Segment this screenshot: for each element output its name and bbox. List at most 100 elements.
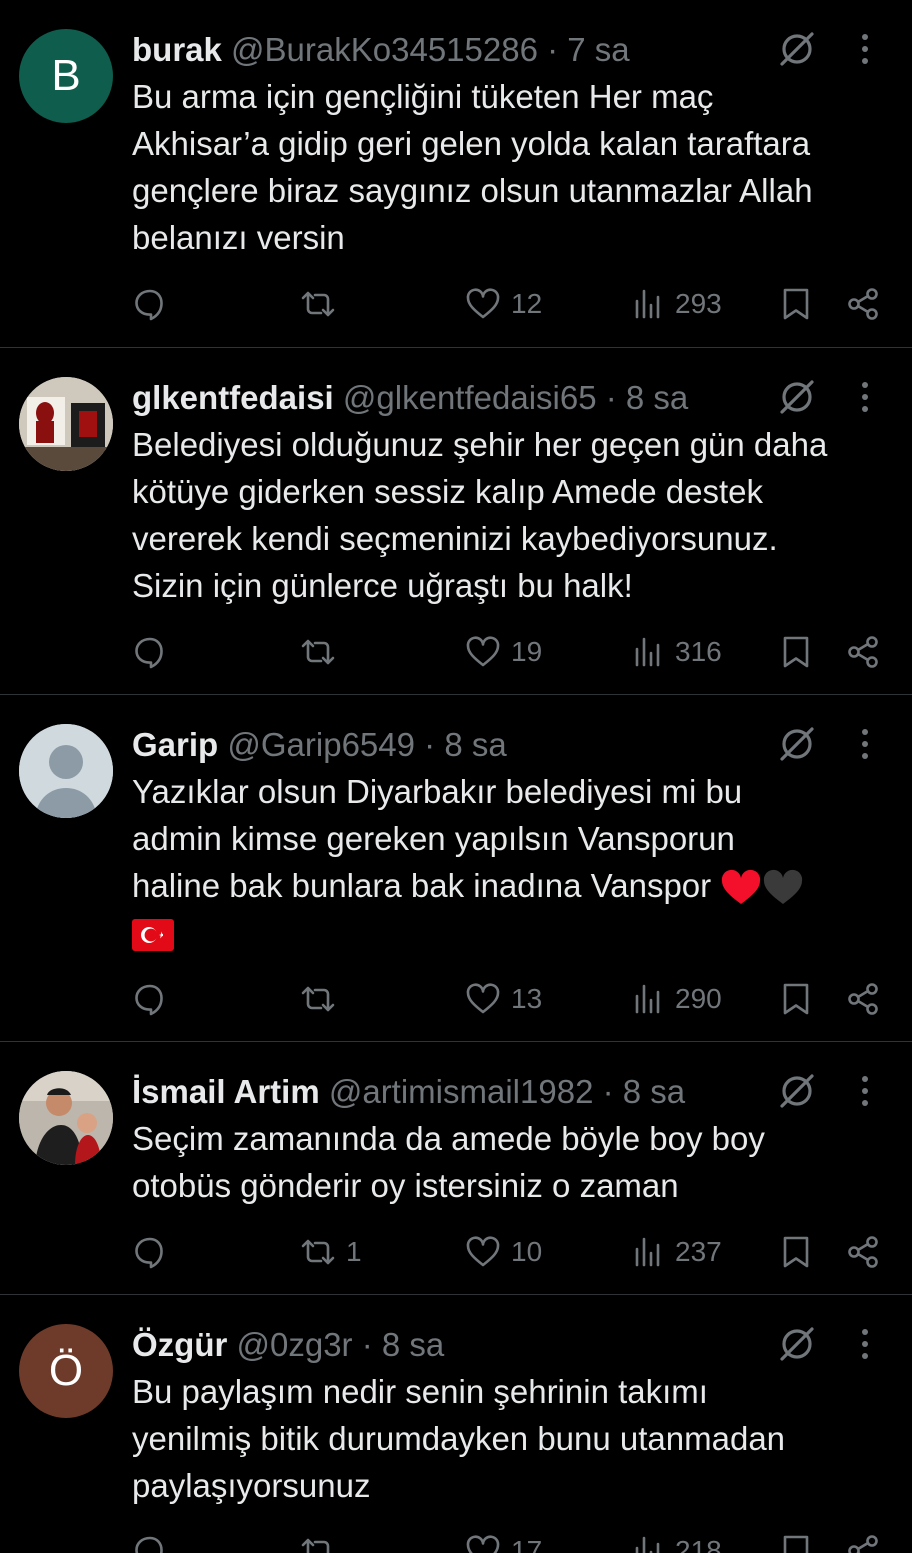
grok-icon[interactable] — [778, 1325, 816, 1363]
timestamp[interactable]: 8 sa — [626, 379, 688, 416]
bookmark-button[interactable] — [781, 1529, 811, 1553]
handle[interactable]: @glkentfedaisi65 — [343, 379, 597, 416]
reply-item[interactable]: B burak @BurakKo34515286 · 7 sa Bu arma … — [0, 0, 912, 348]
repost-button[interactable] — [300, 282, 346, 326]
bookmark-button[interactable] — [781, 282, 811, 326]
text-line: Bu paylaşım nedir senin şehrinin takımı — [132, 1373, 708, 1410]
bookmark-button[interactable] — [781, 1230, 811, 1274]
avatar[interactable] — [19, 377, 113, 471]
like-count: 13 — [511, 983, 543, 1014]
speech-bubble-icon — [135, 637, 163, 669]
bookmark-button[interactable] — [781, 630, 811, 674]
share-button[interactable] — [846, 282, 880, 326]
views-button[interactable]: 218 — [633, 1529, 722, 1553]
action-bar: 12 293 — [0, 282, 912, 326]
share-icon — [848, 288, 878, 320]
reply-item[interactable]: glkentfedaisi @glkentfedaisi65 · 8 sa Be… — [0, 348, 912, 695]
bookmark-icon — [783, 288, 809, 320]
text-line: Yazıklar olsun Diyarbakır belediyesi mi … — [132, 773, 743, 810]
handle[interactable]: @BurakKo34515286 — [231, 31, 538, 68]
repost-arrows-icon — [301, 986, 335, 1012]
reply-button[interactable] — [133, 630, 167, 674]
reply-text: Seçim zamanında da amede böyle boy boy o… — [132, 1115, 882, 1209]
like-button[interactable]: 19 — [465, 630, 542, 674]
reply-text: Belediyesi olduğunuz şehir her geçen gün… — [132, 421, 882, 609]
heart-icon — [466, 983, 500, 1014]
views-button[interactable]: 237 — [633, 1230, 722, 1274]
text-line: Belediyesi olduğunuz şehir her geçen gün… — [132, 426, 828, 463]
reply-item[interactable]: Ö Özgür @0zg3r · 8 sa Bu paylaşım nedir … — [0, 1295, 912, 1553]
handle[interactable]: @artimismail1982 — [329, 1073, 594, 1110]
more-vertical-icon[interactable] — [852, 30, 878, 68]
timestamp[interactable]: 8 sa — [444, 726, 506, 763]
like-button[interactable]: 13 — [465, 977, 542, 1021]
like-button[interactable]: 12 — [465, 282, 542, 326]
heart-icon — [466, 1236, 500, 1267]
avatar[interactable] — [19, 1071, 113, 1165]
repost-button[interactable] — [300, 1529, 346, 1553]
like-button[interactable]: 17 — [465, 1529, 542, 1553]
reply-button[interactable] — [133, 282, 167, 326]
views-button[interactable]: 290 — [633, 977, 722, 1021]
views-count: 316 — [675, 636, 722, 667]
text-line: admin kimse gereken yapılsın Vansporun — [132, 820, 735, 857]
more-vertical-icon[interactable] — [852, 725, 878, 763]
share-button[interactable] — [846, 1529, 880, 1553]
repost-button[interactable] — [300, 630, 346, 674]
heart-icon — [466, 288, 500, 319]
avatar-letter: B — [51, 51, 81, 100]
views-button[interactable]: 293 — [633, 282, 722, 326]
like-count: 12 — [511, 288, 543, 319]
like-count: 19 — [511, 636, 543, 667]
share-button[interactable] — [846, 630, 880, 674]
bar-chart-icon — [635, 637, 660, 667]
timestamp[interactable]: 7 sa — [567, 31, 629, 68]
repost-arrows-icon — [301, 1538, 330, 1553]
like-button[interactable]: 10 — [465, 1230, 542, 1274]
grok-icon[interactable] — [778, 1072, 816, 1110]
display-name[interactable]: Özgür — [132, 1326, 227, 1363]
share-icon — [848, 1236, 878, 1268]
grok-icon[interactable] — [778, 30, 816, 68]
repost-button[interactable] — [300, 977, 346, 1021]
bar-chart-icon — [635, 1237, 660, 1267]
reply-button[interactable] — [133, 977, 167, 1021]
reply-button[interactable] — [133, 1230, 167, 1274]
bookmark-button[interactable] — [781, 977, 811, 1021]
display-name[interactable]: burak — [132, 31, 222, 68]
bookmark-icon — [783, 636, 809, 668]
more-vertical-icon[interactable] — [852, 378, 878, 416]
avatar[interactable]: Ö — [19, 1324, 113, 1418]
display-name[interactable]: glkentfedaisi — [132, 379, 334, 416]
action-bar: 17 218 — [0, 1529, 912, 1553]
grok-icon[interactable] — [778, 725, 816, 763]
share-icon — [848, 983, 878, 1015]
reply-item[interactable]: İsmail Artim @artimismail1982 · 8 sa Seç… — [0, 1042, 912, 1295]
action-bar: 13 290 — [0, 977, 912, 1021]
handle[interactable]: @Garip6549 — [227, 726, 415, 763]
display-name[interactable]: İsmail Artim — [132, 1073, 320, 1110]
text-line: vererek kendi seçmeninizi kaybediyorsunu… — [132, 520, 778, 557]
views-button[interactable]: 316 — [633, 630, 722, 674]
more-vertical-icon[interactable] — [852, 1325, 878, 1363]
timestamp[interactable]: 8 sa — [623, 1073, 685, 1110]
turkey-flag-icon — [132, 919, 174, 952]
more-vertical-icon[interactable] — [852, 1072, 878, 1110]
repost-arrows-icon — [301, 639, 335, 665]
avatar[interactable] — [19, 724, 113, 818]
reply-header: burak @BurakKo34515286 · 7 sa — [132, 28, 882, 72]
reply-item[interactable]: Garip @Garip6549 · 8 sa Yazıklar olsun D… — [0, 695, 912, 1042]
repost-button[interactable]: 1 — [300, 1230, 362, 1274]
handle[interactable]: @0zg3r — [237, 1326, 353, 1363]
separator: · — [414, 726, 445, 763]
grok-icon[interactable] — [778, 378, 816, 416]
reply-button[interactable] — [133, 1529, 167, 1553]
share-button[interactable] — [846, 977, 880, 1021]
like-count: 10 — [511, 1236, 543, 1267]
timestamp[interactable]: 8 sa — [382, 1326, 444, 1363]
avatar[interactable]: B — [19, 29, 113, 123]
share-button[interactable] — [846, 1230, 880, 1274]
display-name[interactable]: Garip — [132, 726, 218, 763]
views-count: 290 — [675, 983, 722, 1014]
text-line: kötüye giderken sessiz kalıp Amede deste… — [132, 473, 764, 510]
